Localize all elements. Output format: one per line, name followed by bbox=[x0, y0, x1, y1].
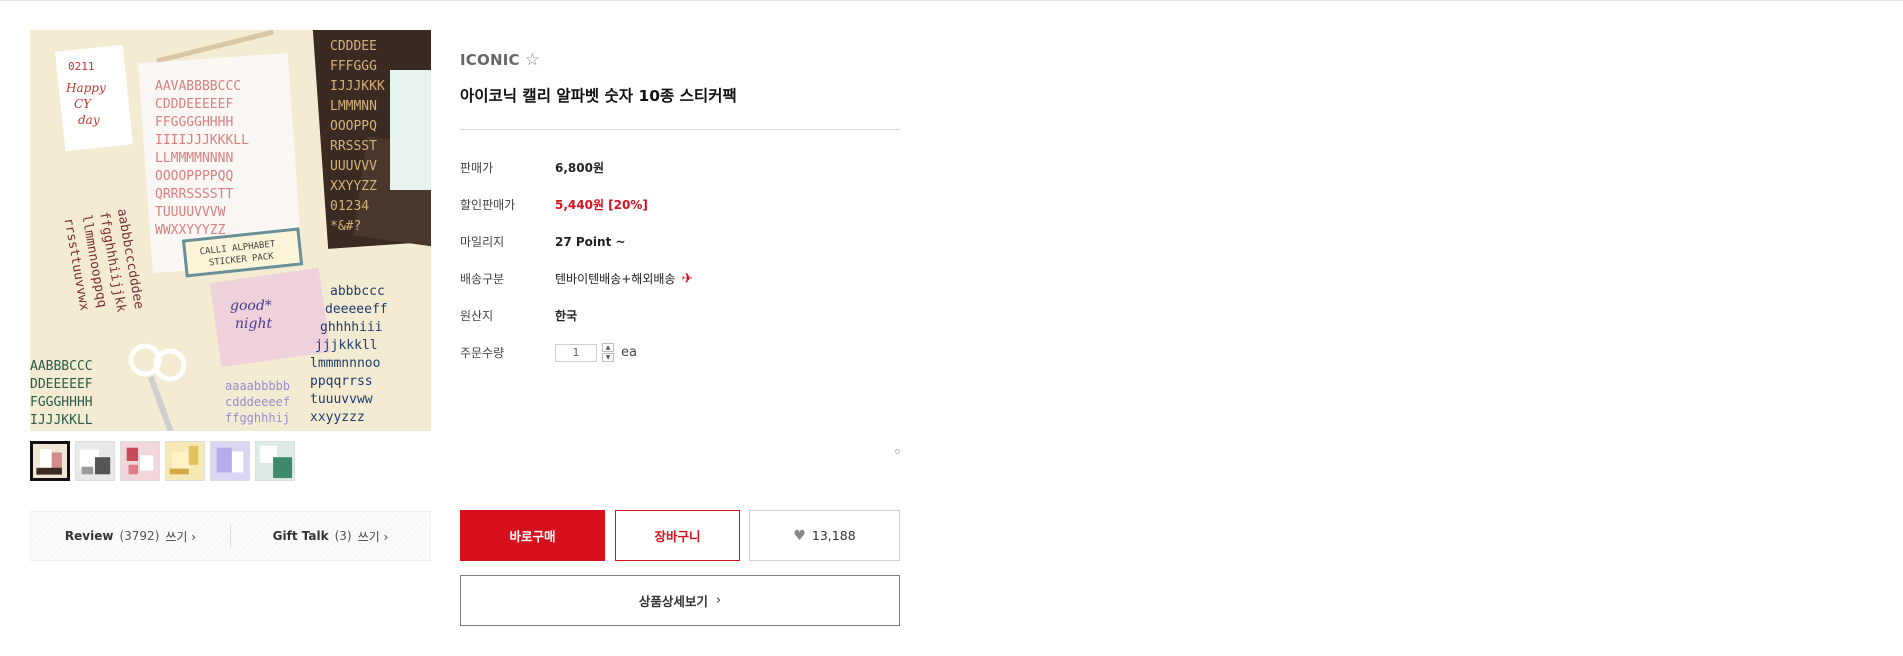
svg-text:LLMMMMNNNN: LLMMMMNNNN bbox=[155, 151, 233, 166]
chevron-right-icon: › bbox=[715, 593, 722, 608]
svg-text:jjjkkkll: jjjkkkll bbox=[315, 338, 378, 353]
svg-text:FGGGHHHH: FGGGHHHH bbox=[30, 395, 93, 410]
sale-price-value: 5,440원 [20%] bbox=[555, 198, 648, 212]
svg-text:abbbccc: abbbccc bbox=[330, 284, 385, 299]
sale-price-label: 할인판매가 bbox=[460, 198, 516, 212]
svg-text:deeeeeff: deeeeeff bbox=[325, 302, 388, 317]
price-value: 6,800원 bbox=[555, 161, 604, 175]
product-title: 아이코닉 캘리 알파벳 숫자 10종 스티커팩 bbox=[460, 87, 737, 105]
quantity-row: 주문수량 ▲ ▼ ea bbox=[460, 334, 900, 371]
thumbnail-4[interactable] bbox=[165, 441, 205, 481]
svg-text:ppqqrrss: ppqqrrss bbox=[310, 374, 373, 389]
svg-text:UUUVVV: UUUVVV bbox=[330, 159, 377, 174]
shipping-row: 배송구분 텐바이텐배송+해외배송 ✈ bbox=[460, 260, 900, 297]
gift-talk-count: (3) bbox=[334, 529, 352, 543]
svg-text:tuuuvvww: tuuuvvww bbox=[310, 392, 373, 407]
svg-text:ghhhhiii: ghhhhiii bbox=[320, 320, 383, 335]
note-line1-text: Happy bbox=[65, 81, 106, 95]
quantity-input[interactable] bbox=[555, 343, 597, 362]
card-line1-text: good* bbox=[230, 298, 272, 314]
product-detail-label: 상품상세보기 bbox=[638, 594, 708, 609]
review-label: Review bbox=[64, 529, 114, 543]
quantity-stepper: ▲ ▼ ea bbox=[555, 343, 637, 362]
star-outline-icon[interactable]: ☆ bbox=[525, 51, 540, 69]
svg-text:aaaabbbbb: aaaabbbbb bbox=[225, 379, 290, 393]
svg-text:lmmmnnnoo: lmmmnnnoo bbox=[310, 356, 380, 371]
shipping-value: 텐바이텐배송+해외배송 bbox=[555, 272, 676, 286]
review-summary-box: Review (3792) 쓰기 › Gift Talk (3) 쓰기 › bbox=[30, 511, 431, 561]
note-line2-text: CY bbox=[74, 97, 92, 111]
quantity-up-button[interactable]: ▲ bbox=[602, 343, 614, 352]
quantity-unit: ea bbox=[621, 345, 637, 360]
note-line3-text: day bbox=[78, 113, 100, 127]
thumbnail-5[interactable] bbox=[210, 441, 250, 481]
svg-text:OOOOPPPPQQ: OOOOPPPPQQ bbox=[155, 169, 233, 184]
quantity-stepper-buttons: ▲ ▼ bbox=[602, 343, 614, 362]
svg-text:TUUUUVVVW: TUUUUVVVW bbox=[155, 205, 226, 220]
svg-text:01234: 01234 bbox=[330, 199, 369, 214]
gift-talk-write-link[interactable]: 쓰기 › bbox=[358, 528, 389, 545]
product-main-image[interactable]: 0211 Happy CY day AAVABBBBCCC CDDDEEEEEF… bbox=[30, 30, 431, 431]
brand-name[interactable]: ICONIC bbox=[460, 51, 520, 69]
decorative-dot bbox=[895, 449, 900, 454]
svg-text:IIIIJJJKKKLL: IIIIJJJKKKLL bbox=[155, 133, 249, 148]
thumbnail-strip bbox=[30, 441, 295, 481]
svg-text:cdddeeeef: cdddeeeef bbox=[225, 395, 290, 409]
shipping-value-wrap: 텐바이텐배송+해외배송 ✈ bbox=[555, 270, 693, 287]
gift-talk-link[interactable]: Gift Talk (3) 쓰기 › bbox=[231, 528, 430, 545]
thumbnail-2[interactable] bbox=[75, 441, 115, 481]
svg-text:LMMMNN: LMMMNN bbox=[330, 99, 377, 114]
review-write-link[interactable]: 쓰기 › bbox=[165, 528, 196, 545]
brand-row: ICONIC ☆ bbox=[460, 51, 540, 69]
gift-talk-label: Gift Talk bbox=[272, 529, 329, 543]
price-label: 판매가 bbox=[460, 161, 494, 175]
thumbnail-3[interactable] bbox=[120, 441, 160, 481]
quantity-down-button[interactable]: ▼ bbox=[602, 353, 614, 362]
svg-text:OOOPPQ: OOOPPQ bbox=[330, 119, 377, 134]
svg-text:WWXXYYYZZ: WWXXYYYZZ bbox=[155, 223, 226, 238]
mileage-row: 마일리지 27 Point ~ bbox=[460, 223, 900, 260]
svg-text:DDEEEEEF: DDEEEEEF bbox=[30, 377, 93, 392]
svg-text:xxyyzzz: xxyyzzz bbox=[310, 410, 365, 425]
svg-text:IJJJKKLL: IJJJKKLL bbox=[30, 413, 93, 428]
top-divider bbox=[0, 0, 1903, 1]
svg-text:CDDDEE: CDDDEE bbox=[330, 39, 377, 54]
card-line2-text: night bbox=[235, 316, 272, 332]
product-info-table: 판매가 6,800원 할인판매가 5,440원 [20%] 마일리지 27 Po… bbox=[460, 149, 900, 371]
buy-now-button[interactable]: 바로구매 bbox=[460, 510, 605, 561]
thumbnail-1[interactable] bbox=[30, 441, 70, 481]
svg-text:ffgghhhij: ffgghhhij bbox=[225, 411, 290, 425]
svg-text:QRRRSSSSTT: QRRRSSSSTT bbox=[155, 187, 233, 202]
wishlist-button[interactable]: ♥ 13,188 bbox=[749, 510, 900, 561]
svg-text:RRSSST: RRSSST bbox=[330, 139, 377, 154]
svg-text:FFFGGG: FFFGGG bbox=[330, 59, 377, 74]
svg-text:*&#?: *&#? bbox=[330, 219, 361, 234]
price-row: 판매가 6,800원 bbox=[460, 149, 900, 186]
airplane-icon: ✈ bbox=[681, 270, 694, 287]
shipping-label: 배송구분 bbox=[460, 272, 505, 286]
quantity-label: 주문수량 bbox=[460, 346, 505, 360]
add-to-cart-button[interactable]: 장바구니 bbox=[615, 510, 740, 561]
svg-text:XXYYZZ: XXYYZZ bbox=[330, 179, 377, 194]
thumbnail-6[interactable] bbox=[255, 441, 295, 481]
heart-icon: ♥ bbox=[793, 527, 806, 544]
mileage-label: 마일리지 bbox=[460, 235, 505, 249]
review-count: (3792) bbox=[119, 529, 160, 543]
sale-price-row: 할인판매가 5,440원 [20%] bbox=[460, 186, 900, 223]
origin-value: 한국 bbox=[555, 309, 578, 323]
svg-text:CDDDEEEEEF: CDDDEEEEEF bbox=[155, 97, 233, 112]
svg-text:FFGGGGHHHH: FFGGGGHHHH bbox=[155, 115, 233, 130]
svg-text:AAVABBBBCCC: AAVABBBBCCC bbox=[155, 79, 241, 94]
note-date-text: 0211 bbox=[68, 60, 95, 73]
svg-text:AABBBCCC: AABBBCCC bbox=[30, 359, 93, 374]
product-detail-button[interactable]: 상품상세보기 › bbox=[460, 575, 900, 626]
origin-label: 원산지 bbox=[460, 309, 494, 323]
review-link[interactable]: Review (3792) 쓰기 › bbox=[31, 528, 230, 545]
mileage-value: 27 Point ~ bbox=[555, 234, 626, 249]
origin-row: 원산지 한국 bbox=[460, 297, 900, 334]
title-separator bbox=[460, 129, 900, 130]
svg-text:IJJJKKK: IJJJKKK bbox=[330, 79, 385, 94]
wishlist-count: 13,188 bbox=[811, 528, 856, 543]
